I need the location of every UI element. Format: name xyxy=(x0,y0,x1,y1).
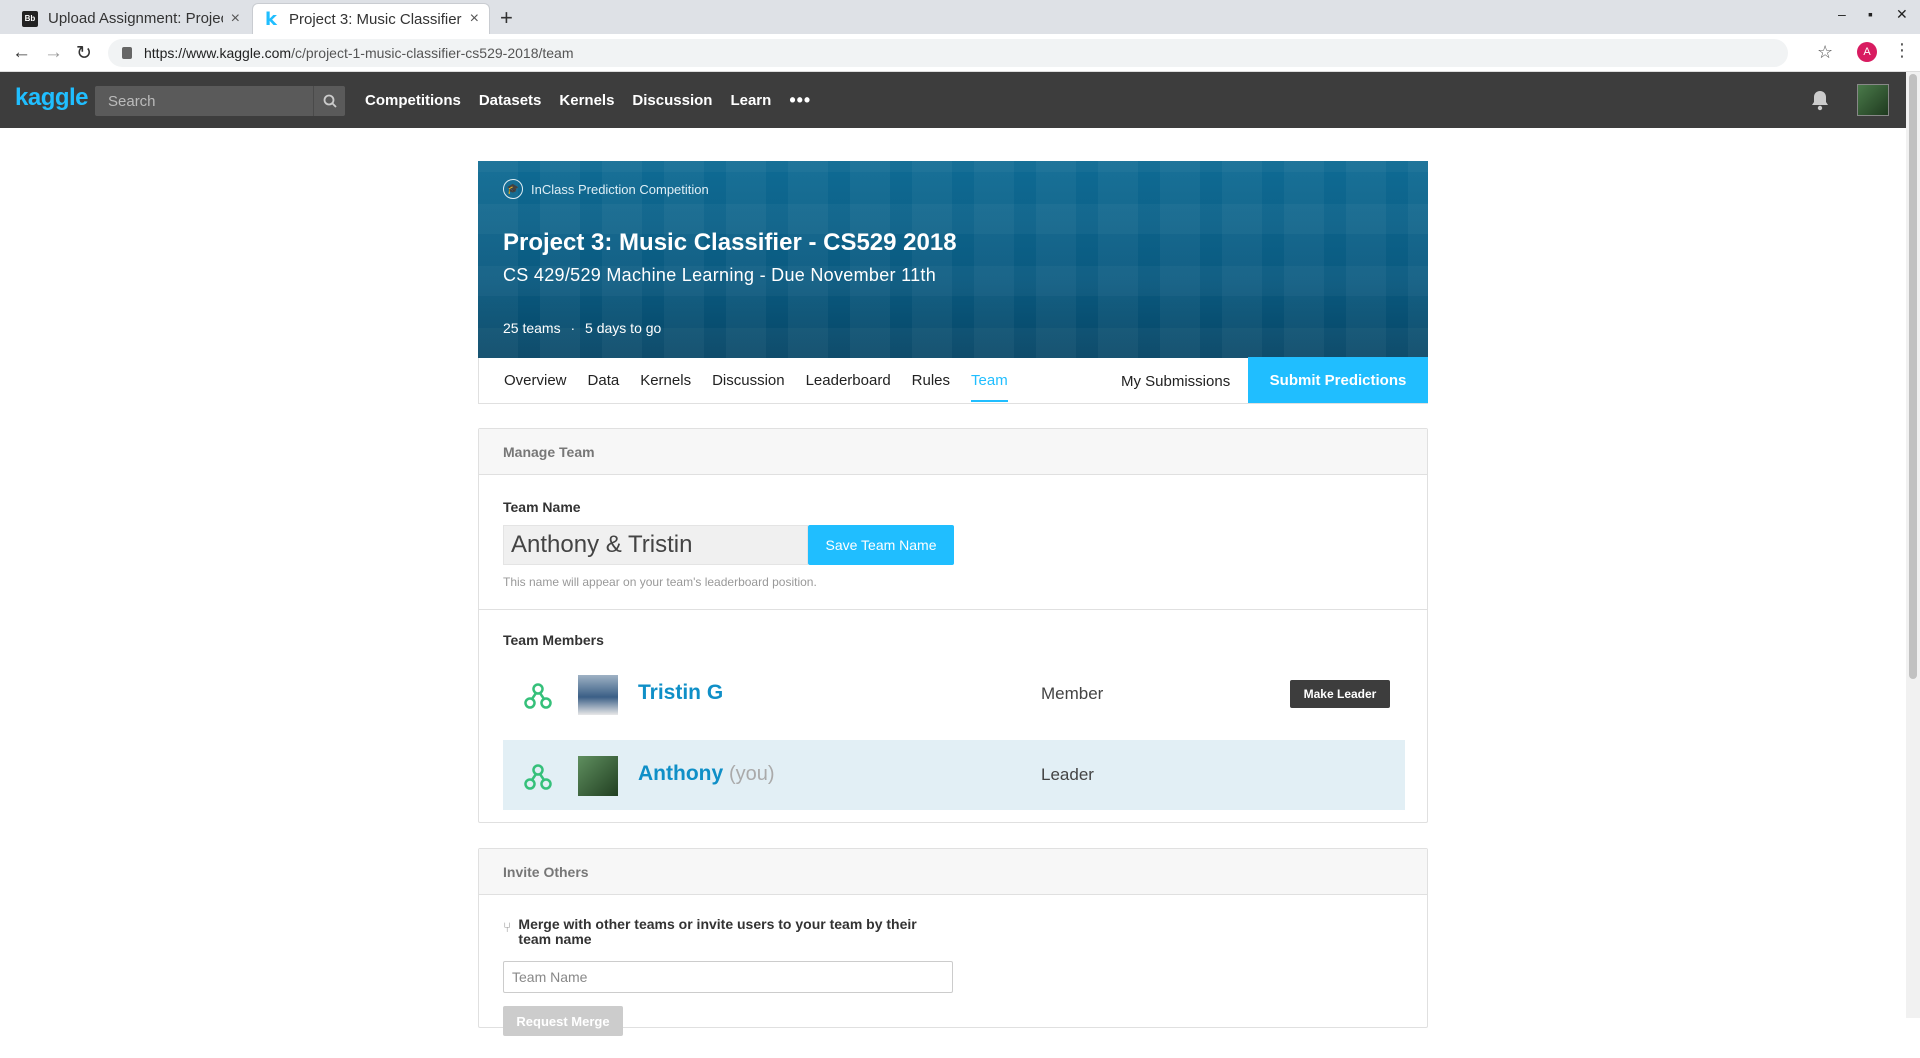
page-scrollbar[interactable] xyxy=(1906,72,1920,1018)
nav-learn[interactable]: Learn xyxy=(730,92,771,109)
close-tab-icon[interactable]: × xyxy=(231,10,240,28)
team-name-input[interactable]: Anthony & Tristin xyxy=(503,525,808,565)
tab-discussion[interactable]: Discussion xyxy=(712,358,785,404)
back-icon[interactable]: ← xyxy=(12,42,31,64)
invite-others-header: Invite Others xyxy=(479,849,1427,895)
member-name[interactable]: Anthony (you) xyxy=(638,762,775,786)
team-members-label: Team Members xyxy=(503,632,604,648)
competition-meta: 25 teams · 5 days to go xyxy=(503,320,661,336)
nav-kernels[interactable]: Kernels xyxy=(559,92,614,109)
browser-tab-kaggle[interactable]: k Project 3: Music Classifier - CS529 20… xyxy=(252,3,490,34)
team-count: 25 teams xyxy=(503,320,561,336)
tab-title: Upload Assignment: Project 3 xyxy=(48,10,223,27)
merge-instructions: ⑂ Merge with other teams or invite users… xyxy=(503,917,943,947)
user-avatar[interactable] xyxy=(1857,84,1889,116)
tab-kernels[interactable]: Kernels xyxy=(640,358,691,404)
save-team-name-button[interactable]: Save Team Name xyxy=(808,525,954,565)
competition-subtitle: CS 429/529 Machine Learning - Due Novemb… xyxy=(503,265,937,285)
kaggle-navbar: kaggle Search Competitions Datasets Kern… xyxy=(0,72,1906,128)
competition-banner: 🎓 InClass Prediction Competition Project… xyxy=(478,161,1428,358)
team-member-row-self: Anthony (you) Leader xyxy=(503,740,1405,810)
merge-icon: ⑂ xyxy=(503,919,512,935)
scrollbar-thumb[interactable] xyxy=(1909,74,1917,679)
browser-tab-upload[interactable]: Bb Upload Assignment: Project 3 × xyxy=(12,3,250,34)
member-avatar[interactable] xyxy=(578,675,618,715)
competition-title: Project 3: Music Classifier - CS529 2018 xyxy=(503,229,957,256)
blackboard-favicon-icon: Bb xyxy=(22,10,38,27)
forward-icon[interactable]: → xyxy=(44,42,63,64)
address-bar: ← → ↻ https://www.kaggle.com/c/project-1… xyxy=(0,34,1920,72)
window-close-icon[interactable]: ✕ xyxy=(1896,6,1908,23)
new-tab-icon[interactable]: + xyxy=(500,5,513,31)
search-icon[interactable] xyxy=(313,86,345,116)
tier-icon xyxy=(524,764,552,790)
you-tag: (you) xyxy=(729,763,775,785)
team-name-row: Anthony & Tristin Save Team Name xyxy=(503,525,1403,565)
invite-body: ⑂ Merge with other teams or invite users… xyxy=(479,895,1427,1058)
member-name-text[interactable]: Anthony xyxy=(638,762,723,785)
profile-avatar[interactable]: A xyxy=(1857,42,1877,62)
more-menu-icon[interactable]: ••• xyxy=(789,90,811,111)
manage-team-header: Manage Team xyxy=(479,429,1427,475)
tab-overview[interactable]: Overview xyxy=(504,358,567,404)
team-members-section: Team Members Tristin G Member Make Leade… xyxy=(479,610,1427,810)
nav-discussion[interactable]: Discussion xyxy=(632,92,712,109)
competition-header: 🎓 InClass Prediction Competition Project… xyxy=(478,161,1428,404)
member-name-text[interactable]: Tristin G xyxy=(638,681,723,704)
competition-tabs: Overview Data Kernels Discussion Leaderb… xyxy=(478,357,1428,404)
tier-icon xyxy=(524,683,552,709)
lock-icon xyxy=(122,47,132,59)
team-member-row: Tristin G Member Make Leader xyxy=(503,659,1405,729)
manage-team-panel: Manage Team Team Name Anthony & Tristin … xyxy=(478,428,1428,823)
bookmark-star-icon[interactable]: ☆ xyxy=(1817,42,1833,63)
deadline: 5 days to go xyxy=(585,320,662,336)
invite-others-panel: Invite Others ⑂ Merge with other teams o… xyxy=(478,848,1428,1036)
invite-team-name-input[interactable]: Team Name xyxy=(503,961,953,993)
tab-data[interactable]: Data xyxy=(588,358,620,404)
maximize-icon[interactable]: ▪ xyxy=(1868,6,1873,22)
member-role: Leader xyxy=(1041,765,1094,784)
member-avatar[interactable] xyxy=(578,756,618,796)
search-input[interactable]: Search xyxy=(95,86,345,116)
kaggle-favicon-icon: k xyxy=(265,8,277,30)
nav-datasets[interactable]: Datasets xyxy=(479,92,542,109)
member-role: Member xyxy=(1041,684,1104,703)
url-host: https://www.kaggle.com xyxy=(144,45,292,61)
meta-separator: · xyxy=(570,320,576,336)
url-field[interactable]: https://www.kaggle.com/c/project-1-music… xyxy=(108,39,1788,67)
my-submissions-link[interactable]: My Submissions xyxy=(1121,358,1230,404)
tab-rules[interactable]: Rules xyxy=(912,358,950,404)
tab-team[interactable]: Team xyxy=(971,358,1008,404)
graduation-cap-icon: 🎓 xyxy=(503,179,523,199)
search-placeholder: Search xyxy=(108,92,156,110)
member-name[interactable]: Tristin G xyxy=(638,681,723,705)
browser-menu-icon[interactable]: ⋮ xyxy=(1893,40,1911,61)
team-name-section: Team Name Anthony & Tristin Save Team Na… xyxy=(479,475,1427,610)
make-leader-button[interactable]: Make Leader xyxy=(1290,680,1390,708)
competition-type-label: InClass Prediction Competition xyxy=(531,181,709,197)
kaggle-logo[interactable]: kaggle xyxy=(15,84,89,112)
tab-title: Project 3: Music Classifier - CS529 2018 xyxy=(289,10,462,28)
reload-icon[interactable]: ↻ xyxy=(76,42,92,65)
competition-type: 🎓 InClass Prediction Competition xyxy=(503,179,709,199)
close-tab-icon[interactable]: × xyxy=(470,10,479,28)
tab-leaderboard[interactable]: Leaderboard xyxy=(806,358,891,404)
notifications-bell-icon[interactable] xyxy=(1810,89,1830,111)
request-merge-button[interactable]: Request Merge xyxy=(503,1006,623,1036)
submit-predictions-button[interactable]: Submit Predictions xyxy=(1248,357,1428,403)
minimize-icon[interactable]: – xyxy=(1838,6,1846,22)
team-name-hint: This name will appear on your team's lea… xyxy=(503,575,817,589)
url-path: /c/project-1-music-classifier-cs529-2018… xyxy=(291,45,574,61)
nav-competitions[interactable]: Competitions xyxy=(365,92,461,109)
browser-tab-bar: Bb Upload Assignment: Project 3 × k Proj… xyxy=(0,0,1920,34)
main-nav-links: Competitions Datasets Kernels Discussion… xyxy=(365,72,811,128)
merge-text: Merge with other teams or invite users t… xyxy=(518,916,917,947)
team-name-label: Team Name xyxy=(503,499,581,515)
